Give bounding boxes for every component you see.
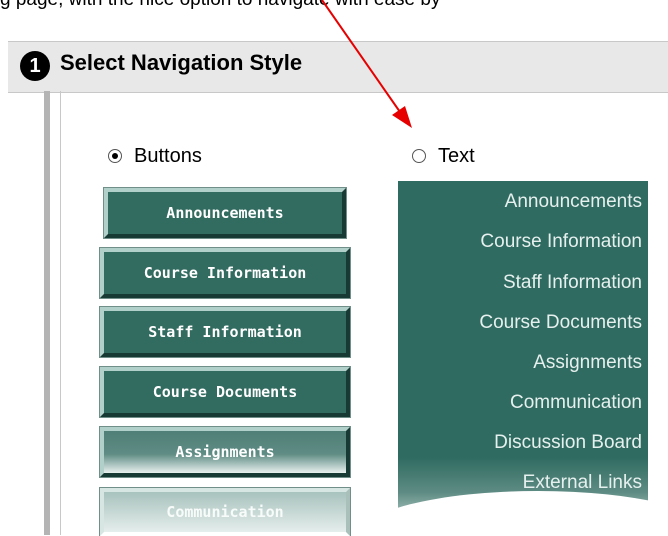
nav-button-communication[interactable]: Communication [99,487,351,536]
option-text-label: Text [438,144,475,167]
instruction-text: g page, with the nice option to navigate… [0,0,668,11]
nav-button-course-documents[interactable]: Course Documents [99,366,351,418]
content-divider [60,91,61,535]
nav-button-announcements[interactable]: Announcements [103,187,347,239]
arrow-head-icon [392,106,412,128]
text-link-staff-information[interactable]: Staff Information [503,272,642,294]
text-link-external-links[interactable]: External Links [523,472,642,494]
nav-button-assignments[interactable]: Assignments [99,426,351,478]
text-link-communication[interactable]: Communication [510,392,642,414]
option-buttons-label: Buttons [134,144,202,167]
text-link-announcements[interactable]: Announcements [505,191,642,213]
text-link-assignments[interactable]: Assignments [533,352,642,374]
option-text[interactable]: Text [412,142,475,170]
nav-button-staff-information[interactable]: Staff Information [99,306,351,358]
radio-unchecked-icon[interactable] [412,149,426,163]
section-side-bar [44,91,50,535]
text-link-course-documents[interactable]: Course Documents [479,312,642,334]
radio-checked-icon[interactable] [108,149,122,163]
text-link-discussion-board[interactable]: Discussion Board [494,432,642,454]
option-buttons[interactable]: Buttons [108,142,202,170]
step-number-badge: 1 [20,51,50,81]
section-title: Select Navigation Style [60,50,303,75]
text-navigation-panel: Announcements Course Information Staff I… [398,181,648,535]
section-header: 1 Select Navigation Style [8,41,668,93]
nav-button-course-information[interactable]: Course Information [99,247,351,299]
text-link-course-information[interactable]: Course Information [480,231,642,253]
